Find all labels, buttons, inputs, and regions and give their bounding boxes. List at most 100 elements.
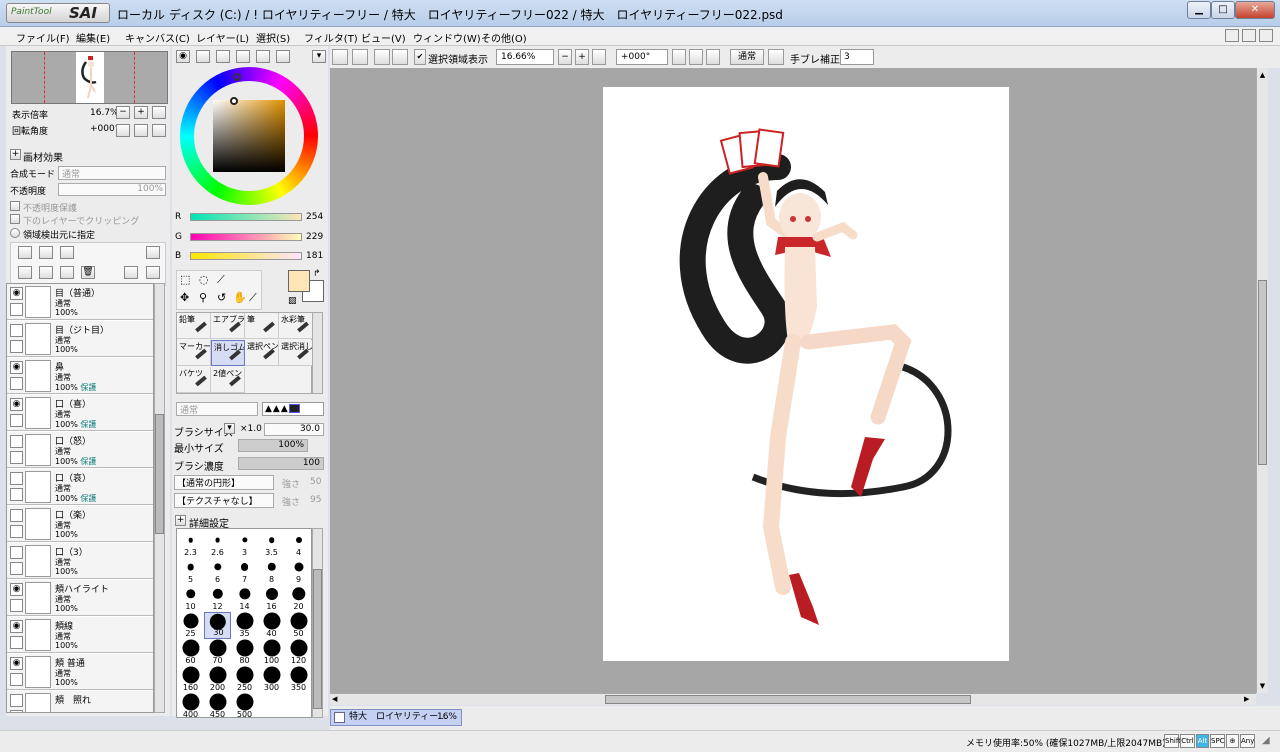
flat-tip-icon[interactable] xyxy=(288,404,300,413)
tool-marker[interactable]: マーカー xyxy=(177,340,211,366)
rotate-right-button[interactable] xyxy=(689,49,703,65)
navigator-preview[interactable] xyxy=(11,51,168,104)
layer-link-checkbox[interactable] xyxy=(10,488,23,501)
selection-source-radio[interactable] xyxy=(10,228,20,238)
layer-row[interactable]: 口（3） 通常 100% xyxy=(7,543,153,579)
brush-shape-select[interactable]: 【通常の円形】 xyxy=(174,475,274,490)
nav-rotate-left-button[interactable] xyxy=(116,124,130,137)
tool-bucket[interactable]: バケツ xyxy=(177,367,211,393)
merge-layer-button[interactable] xyxy=(39,266,53,279)
menu-edit[interactable]: 編集(E) xyxy=(76,30,110,45)
hsv-slider-tab[interactable] xyxy=(216,50,230,63)
move-icon[interactable]: ✥ xyxy=(180,291,189,304)
layer-link-checkbox[interactable] xyxy=(10,562,23,575)
expand-advanced-button[interactable]: + xyxy=(175,515,186,526)
eye-icon[interactable]: ◉ xyxy=(10,620,23,633)
rect-select-icon[interactable]: ⬚ xyxy=(180,273,190,286)
new-folder-button[interactable] xyxy=(60,246,74,259)
brush-size-60[interactable]: 60 xyxy=(177,639,204,666)
new-linework-layer-button[interactable] xyxy=(39,246,53,259)
transfer-layer-button[interactable] xyxy=(18,266,32,279)
swap-colors-icon[interactable]: ↱ xyxy=(313,269,321,279)
rotate-left-button[interactable] xyxy=(672,49,686,65)
tool-eraser[interactable]: 消しゴム xyxy=(211,340,245,366)
panel-menu-button[interactable]: ▾ xyxy=(312,50,326,63)
brush-size-20[interactable]: 20 xyxy=(285,585,312,612)
magic-wand-icon[interactable]: ⟋ xyxy=(217,273,225,287)
opacity-slider[interactable]: 100% xyxy=(58,183,166,196)
clear-layer-button[interactable] xyxy=(60,266,74,279)
zoom-icon[interactable]: ⚲ xyxy=(199,291,207,304)
brush-size-70[interactable]: 70 xyxy=(204,639,231,666)
deselect-button[interactable] xyxy=(374,49,390,65)
eye-hidden-icon[interactable] xyxy=(10,546,23,559)
selection-checkbox[interactable]: ✔ xyxy=(414,49,426,65)
layer-link-checkbox[interactable] xyxy=(10,377,23,390)
canvas-page[interactable] xyxy=(603,87,1009,661)
layer-row[interactable]: ◉ 頬ハイライト 通常 100% xyxy=(7,580,153,616)
brush-size-3[interactable]: 3 xyxy=(231,531,258,558)
rotate-icon[interactable]: ↺ xyxy=(217,291,226,304)
brush-size-500[interactable]: 500 xyxy=(231,693,258,720)
nav-zoom-reset-button[interactable] xyxy=(152,106,166,119)
layer-row[interactable]: ◉ 頬線 通常 100% xyxy=(7,617,153,653)
flip-button[interactable] xyxy=(768,49,784,65)
zoom-select[interactable]: 16.66% xyxy=(496,49,554,65)
layer-row[interactable]: ◉ 鼻通常 100% 保護 xyxy=(7,358,153,394)
canvas-horizontal-scrollbar[interactable]: ◀ ▶ xyxy=(330,693,1256,705)
brush-size-350[interactable]: 350 xyxy=(285,666,312,693)
scratchpad-tab[interactable] xyxy=(256,50,270,63)
layer-option-button[interactable] xyxy=(146,246,160,259)
layer-mask-button[interactable] xyxy=(124,266,138,279)
protect-opacity-checkbox[interactable] xyxy=(10,201,20,211)
redo-button[interactable] xyxy=(352,49,368,65)
texture-select[interactable]: 【テクスチャなし】 xyxy=(174,493,274,508)
red-slider[interactable] xyxy=(190,213,302,221)
layer-link-checkbox[interactable] xyxy=(10,636,23,649)
brush-shape-buttons[interactable]: ▲▲▲ xyxy=(262,402,324,416)
layer-row[interactable]: 口（怒） 通常 100% 保護 xyxy=(7,432,153,468)
menu-view[interactable]: ビュー(V) xyxy=(361,30,406,45)
tool-select-eraser[interactable]: 選択消し xyxy=(279,340,313,366)
zoom-in-button[interactable]: + xyxy=(575,49,589,65)
crop-button[interactable] xyxy=(392,49,408,65)
layer-scrollbar-thumb[interactable] xyxy=(155,414,164,534)
brush-size-14[interactable]: 14 xyxy=(231,585,258,612)
transparent-color-icon[interactable]: ▨ xyxy=(288,296,297,306)
hue-marker[interactable] xyxy=(233,73,241,81)
nav-zoom-out-button[interactable]: − xyxy=(116,106,130,119)
tool-binary-pen[interactable]: 2値ペン xyxy=(211,367,245,393)
brush-size-200[interactable]: 200 xyxy=(204,666,231,693)
layer-link-checkbox[interactable] xyxy=(10,451,23,464)
lasso-icon[interactable]: ◌ xyxy=(199,273,209,286)
clip-lower-checkbox[interactable] xyxy=(10,214,20,224)
layer-row[interactable]: ◉ 頬 普通 通常 100% xyxy=(7,654,153,690)
doc-restore-button[interactable] xyxy=(1242,29,1256,42)
brush-size-250[interactable]: 250 xyxy=(231,666,258,693)
minimize-button[interactable]: ▁ xyxy=(1187,1,1211,19)
close-button[interactable]: ✕ xyxy=(1235,1,1275,19)
brush-size-300[interactable]: 300 xyxy=(258,666,285,693)
brush-size-30[interactable]: 30 xyxy=(204,612,231,639)
brush-size-6[interactable]: 6 xyxy=(204,558,231,585)
color-wheel-tab[interactable]: ◉ xyxy=(176,50,190,63)
rgb-slider-tab[interactable] xyxy=(196,50,210,63)
brush-size-16[interactable]: 16 xyxy=(258,585,285,612)
brush-size-120[interactable]: 120 xyxy=(285,639,312,666)
blend-mode-button[interactable]: 通常 xyxy=(730,49,764,65)
eye-hidden-icon[interactable] xyxy=(10,694,23,707)
rotation-select[interactable]: +000° xyxy=(616,49,668,65)
expand-effect-button[interactable]: + xyxy=(10,149,21,160)
hand-icon[interactable]: ✋ xyxy=(233,291,247,304)
brush-size-7[interactable]: 7 xyxy=(231,558,258,585)
stabilizer-select[interactable]: 3 xyxy=(840,49,874,65)
layer-row[interactable]: ◉ 目（普通） 通常 100% xyxy=(7,284,153,320)
eye-hidden-icon[interactable] xyxy=(10,435,23,448)
tool-scrollbar[interactable] xyxy=(312,312,323,394)
doc-minimize-button[interactable] xyxy=(1225,29,1239,42)
nav-rotate-reset-button[interactable] xyxy=(152,124,166,137)
canvas-area[interactable] xyxy=(330,68,1256,693)
eye-hidden-icon[interactable] xyxy=(10,509,23,522)
brush-size-5[interactable]: 5 xyxy=(177,558,204,585)
menu-canvas[interactable]: キャンバス(C) xyxy=(125,30,190,45)
